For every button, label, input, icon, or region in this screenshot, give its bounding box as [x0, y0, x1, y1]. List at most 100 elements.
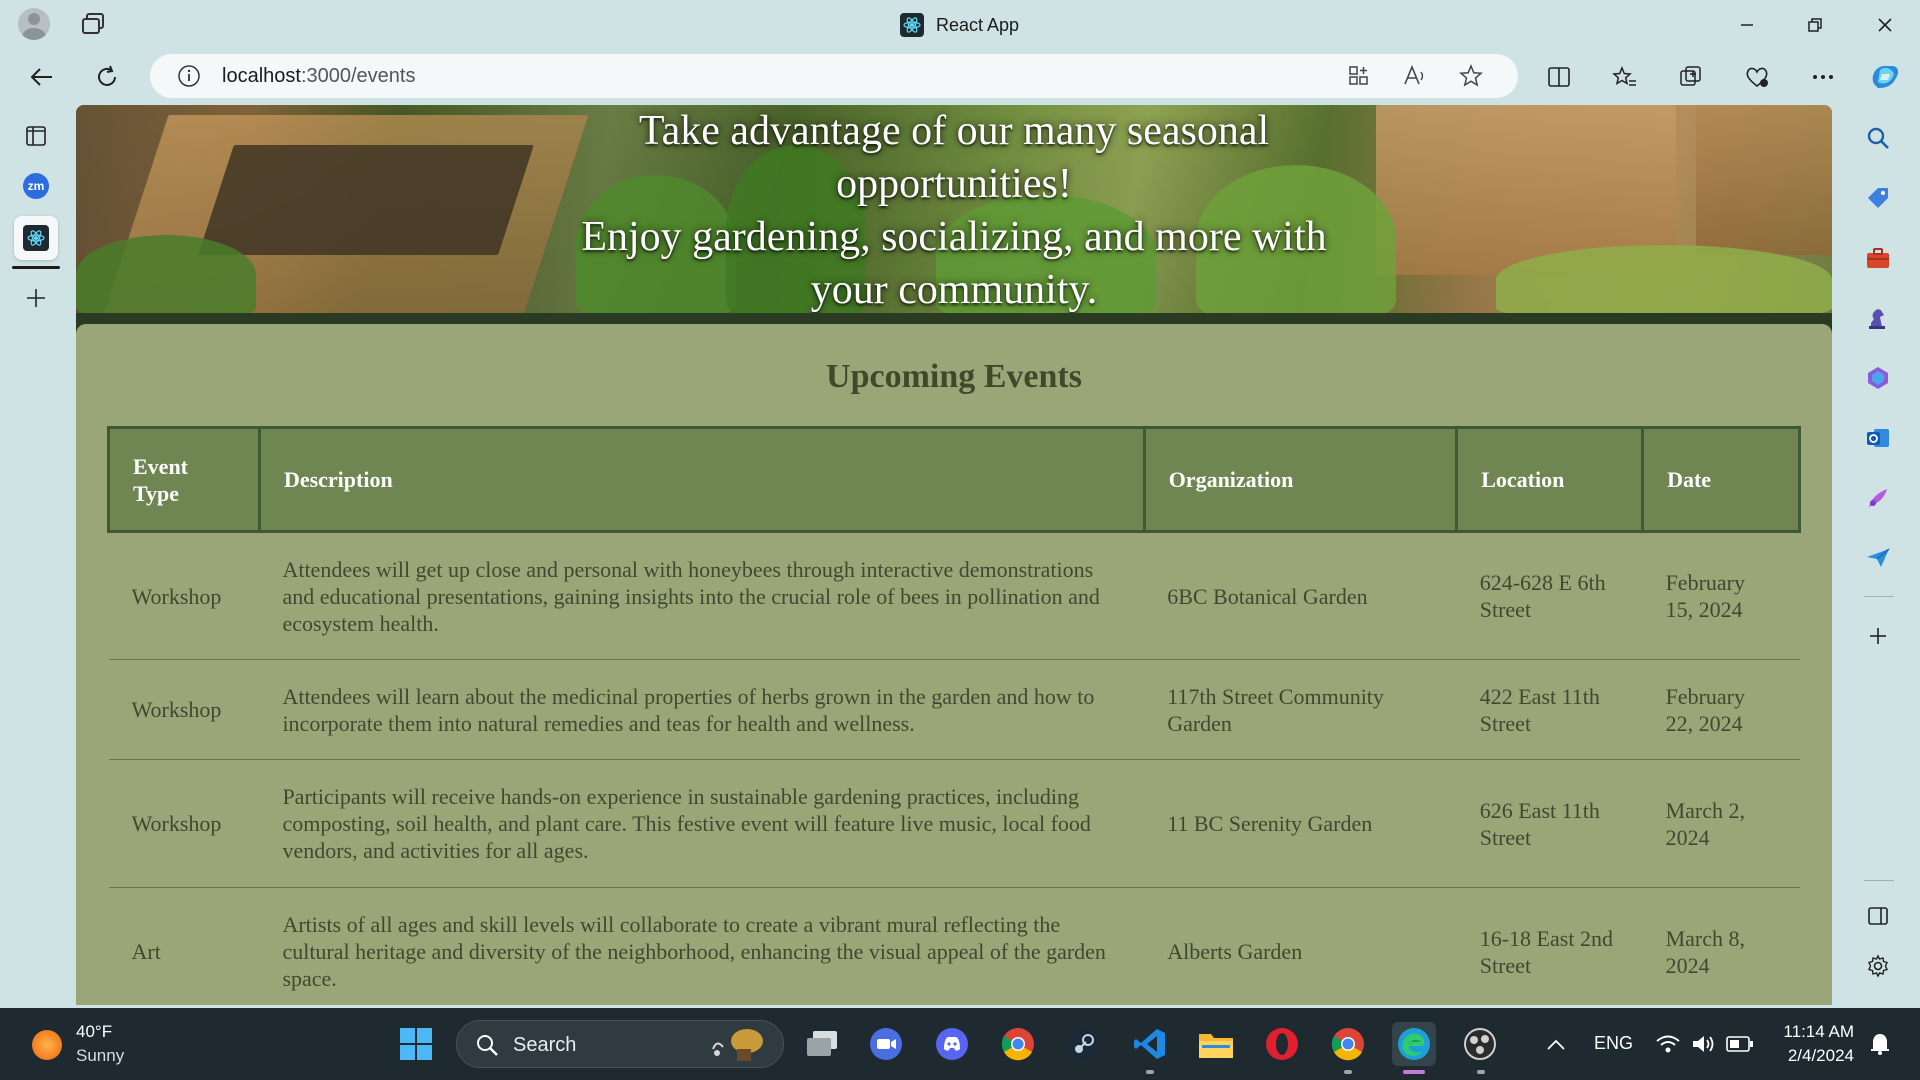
notification-bell-icon[interactable]: [1858, 1022, 1902, 1066]
discord-taskbar-icon[interactable]: [930, 1022, 974, 1066]
favorite-star-icon[interactable]: [1456, 61, 1486, 91]
collections-icon[interactable]: [1674, 60, 1708, 94]
window-title: React App: [900, 12, 1019, 38]
url-host: localhost: [222, 65, 301, 87]
running-app-indicator: [1344, 1070, 1352, 1074]
send-paper-plane-icon[interactable]: [1860, 540, 1896, 576]
show-hidden-icons-chevron-icon[interactable]: [1534, 1022, 1578, 1066]
column-header-organization: Organization: [1142, 426, 1459, 533]
edge-sidebar: [1838, 102, 1920, 1008]
chrome-profile-taskbar-icon[interactable]: [1326, 1022, 1370, 1066]
search-label: Search: [513, 1034, 577, 1056]
upcoming-events-section: Upcoming Events Event Type Description O…: [76, 324, 1832, 1005]
site-info-icon[interactable]: [174, 61, 204, 91]
event-type-cell: Workshop: [108, 531, 260, 660]
description-cell: Attendees will learn about the medicinal…: [259, 659, 1145, 760]
close-button[interactable]: [1870, 10, 1900, 40]
opera-taskbar-icon[interactable]: [1260, 1022, 1304, 1066]
location-cell: 626 East 11th Street: [1456, 759, 1643, 888]
section-heading: Upcoming Events: [826, 358, 1082, 395]
column-header-event-type: Event Type: [107, 426, 261, 533]
table-row: Art Artists of all ages and skill levels…: [108, 887, 1800, 1005]
task-view-icon[interactable]: [800, 1022, 844, 1066]
url-path: :3000/events: [300, 65, 416, 87]
sidebar-settings-gear-icon[interactable]: [1860, 948, 1896, 984]
designer-icon[interactable]: [1860, 480, 1896, 516]
restore-button[interactable]: [1800, 10, 1830, 40]
active-tab-indicator: [12, 266, 60, 269]
profile-avatar[interactable]: [18, 8, 50, 40]
chrome-taskbar-icon[interactable]: [996, 1022, 1040, 1066]
copilot-icon[interactable]: [1868, 60, 1902, 94]
organization-cell: 6BC Botanical Garden: [1144, 531, 1457, 660]
address-bar[interactable]: localhost:3000/events: [150, 54, 1518, 98]
table-header-row: Event Type Description Organization Loca…: [107, 426, 1801, 533]
location-cell: 16-18 East 2nd Street: [1456, 887, 1643, 1005]
url-text[interactable]: localhost:3000/events: [222, 65, 415, 88]
navigation-bar: localhost:3000/events: [0, 50, 1920, 102]
split-screen-icon[interactable]: [1542, 60, 1576, 94]
weather-condition[interactable]: Sunny: [76, 1046, 124, 1066]
hide-sidebar-icon[interactable]: [1860, 898, 1896, 934]
battery-icon[interactable]: [1718, 1022, 1762, 1066]
vertical-tab-strip: zm: [0, 102, 72, 1008]
tab-sidebar-toggle-icon[interactable]: [14, 114, 58, 158]
edge-taskbar-icon[interactable]: [1392, 1022, 1436, 1066]
steam-taskbar-icon[interactable]: [1062, 1022, 1106, 1066]
zoom-app-icon: zm: [23, 173, 49, 199]
outlook-icon[interactable]: [1860, 420, 1896, 456]
sidebar-divider: [1864, 596, 1894, 597]
event-type-cell: Workshop: [108, 659, 260, 760]
vscode-taskbar-icon[interactable]: [1128, 1022, 1172, 1066]
tab-actions-icon[interactable]: [80, 12, 106, 36]
favorites-icon[interactable]: [1608, 60, 1642, 94]
organization-cell: 117th Street Community Garden: [1144, 659, 1457, 760]
date-cell: March 2, 2024: [1642, 759, 1800, 888]
app-available-icon[interactable]: [1344, 61, 1374, 91]
zoom-taskbar-icon[interactable]: [864, 1022, 908, 1066]
running-app-indicator: [1477, 1070, 1485, 1074]
back-button[interactable]: [24, 60, 58, 94]
games-chess-icon[interactable]: [1860, 300, 1896, 336]
organization-cell: 11 BC Serenity Garden: [1144, 759, 1457, 888]
minimize-button[interactable]: [1732, 10, 1762, 40]
clock-date[interactable]: 2/4/2024: [1774, 1046, 1854, 1066]
table-row: Workshop Attendees will learn about the …: [108, 659, 1800, 760]
tools-briefcase-icon[interactable]: [1860, 240, 1896, 276]
tab-react-app[interactable]: [14, 216, 58, 260]
description-cell: Participants will receive hands-on exper…: [259, 759, 1145, 888]
running-app-indicator: [1146, 1070, 1154, 1074]
events-table: Event Type Description Organization Loca…: [107, 426, 1801, 1005]
new-tab-button[interactable]: [14, 276, 58, 320]
refresh-button[interactable]: [90, 60, 124, 94]
search-icon[interactable]: [1860, 120, 1896, 156]
browser-title-bar: React App: [0, 0, 1920, 50]
table-row: Workshop Attendees will get up close and…: [108, 531, 1800, 660]
more-options-icon[interactable]: [1806, 60, 1840, 94]
table-row: Workshop Participants will receive hands…: [108, 759, 1800, 888]
hero-line-1: Take advantage of our many seasonal oppo…: [638, 108, 1270, 207]
event-type-cell: Art: [108, 887, 260, 1005]
microsoft-365-icon[interactable]: [1860, 360, 1896, 396]
active-app-indicator: [1403, 1070, 1425, 1074]
location-cell: 422 East 11th Street: [1456, 659, 1643, 760]
weather-sun-icon[interactable]: [32, 1030, 62, 1060]
browser-essentials-icon[interactable]: [1740, 60, 1774, 94]
description-cell: Artists of all ages and skill levels wil…: [259, 887, 1145, 1005]
date-cell: February 15, 2024: [1642, 531, 1800, 660]
clock-time[interactable]: 11:14 AM: [1774, 1022, 1854, 1042]
read-aloud-icon[interactable]: [1400, 61, 1430, 91]
start-windows-icon[interactable]: [394, 1022, 438, 1066]
weather-temperature[interactable]: 40°F: [76, 1022, 112, 1042]
react-logo-icon: [23, 225, 49, 251]
tab-zoom[interactable]: zm: [14, 164, 58, 208]
sidebar-divider: [1864, 880, 1894, 881]
hero-banner: Take advantage of our many seasonal oppo…: [76, 105, 1832, 313]
column-header-description: Description: [257, 426, 1146, 533]
input-language[interactable]: ENG: [1594, 1033, 1633, 1054]
obs-taskbar-icon[interactable]: [1458, 1022, 1502, 1066]
shopping-tag-icon[interactable]: [1860, 180, 1896, 216]
file-explorer-taskbar-icon[interactable]: [1194, 1022, 1238, 1066]
add-sidebar-app-icon[interactable]: [1860, 618, 1896, 654]
taskbar-search-box[interactable]: Search: [456, 1020, 784, 1068]
